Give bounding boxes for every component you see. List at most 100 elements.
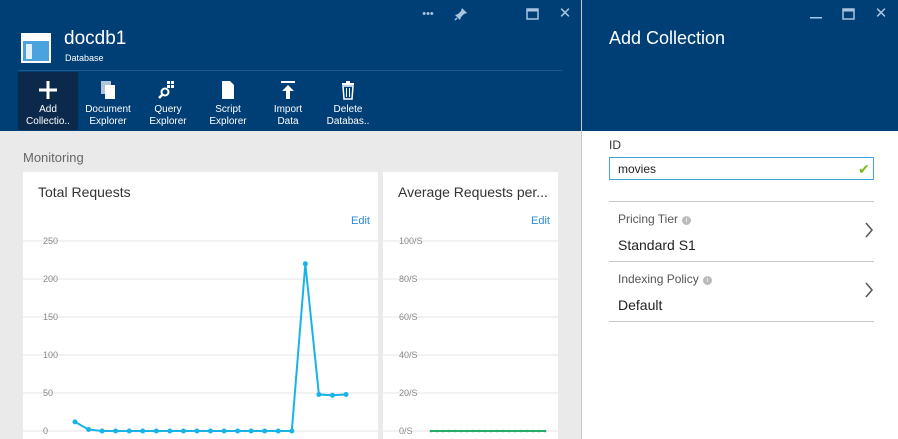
id-label: ID — [609, 138, 621, 152]
more-icon[interactable]: ••• — [417, 3, 439, 25]
pin-icon[interactable] — [450, 3, 472, 25]
blade-title: docdb1 — [64, 28, 127, 49]
data-point — [126, 428, 132, 434]
data-point — [302, 261, 308, 267]
divider — [609, 321, 874, 322]
data-point — [453, 429, 457, 433]
total-requests-chart: 250 200 150 100 50 0 — [23, 236, 378, 436]
database-icon — [21, 33, 51, 63]
data-point — [167, 428, 173, 434]
checkmark-icon: ✔ — [858, 161, 870, 177]
data-point — [489, 429, 493, 433]
script-explorer-button[interactable]: Script Explorer — [198, 72, 258, 130]
data-point — [543, 429, 547, 433]
y-tick-label: 100 — [43, 350, 58, 360]
series-line — [74, 263, 347, 432]
data-point — [221, 428, 227, 434]
document-explorer-button[interactable]: Document Explorer — [78, 72, 138, 130]
data-point — [275, 428, 281, 434]
data-point — [289, 428, 295, 434]
close-icon[interactable]: ✕ — [870, 3, 892, 25]
data-point — [519, 429, 523, 433]
add-collection-blade: ✕ Add Collection ID ✔ Pricing Tieri Stan… — [581, 0, 898, 439]
database-blade-header: ••• ✕ docdb1 Database Add Collectio.. Do… — [0, 0, 581, 131]
minimize-icon[interactable] — [805, 3, 827, 25]
indexing-policy-label: Indexing Policy — [618, 272, 699, 286]
query-icon — [138, 80, 198, 104]
data-point — [113, 428, 119, 434]
blade-subtitle: Database — [65, 53, 104, 63]
add-collection-button[interactable]: Add Collectio.. — [18, 72, 78, 130]
azure-portal: ••• ✕ docdb1 Database Add Collectio.. Do… — [0, 0, 898, 439]
info-icon[interactable]: i — [682, 216, 692, 225]
y-tick-label: 100/S — [399, 236, 423, 246]
data-point — [471, 429, 475, 433]
data-point — [153, 428, 159, 434]
indexing-policy-value: Default — [618, 297, 663, 313]
data-point — [208, 428, 213, 434]
data-point — [86, 426, 92, 432]
data-point — [262, 428, 268, 434]
header-divider — [18, 70, 562, 71]
average-requests-chart: 100/S 80/S 60/S 40/S 20/S 0/S — [383, 236, 558, 436]
data-point — [343, 392, 349, 398]
data-point — [316, 392, 322, 398]
close-icon[interactable]: ✕ — [554, 3, 576, 25]
query-explorer-button[interactable]: Query Explorer — [138, 72, 198, 130]
info-icon[interactable]: i — [702, 276, 712, 285]
data-point — [459, 429, 463, 433]
y-tick-label: 150 — [43, 312, 58, 322]
y-tick-label: 20/S — [399, 388, 418, 398]
data-point — [180, 428, 186, 434]
id-input[interactable] — [609, 157, 874, 180]
data-point — [483, 429, 487, 433]
y-tick-label: 60/S — [399, 312, 418, 322]
total-requests-tile[interactable]: Total Requests Edit 250 200 150 100 50 0 — [23, 172, 378, 439]
pricing-tier-selector[interactable]: Pricing Tier i Standard S1 — [609, 201, 874, 261]
chevron-right-icon — [864, 282, 874, 303]
data-point — [429, 429, 433, 433]
data-point — [501, 429, 505, 433]
trash-icon — [318, 80, 378, 104]
maximize-icon[interactable] — [521, 3, 543, 25]
data-point — [531, 429, 535, 433]
import-data-button[interactable]: Import Data — [258, 72, 318, 130]
data-point — [441, 429, 445, 433]
data-point — [477, 429, 481, 433]
data-point — [507, 429, 511, 433]
delete-database-button[interactable]: Delete Databas.. — [318, 72, 378, 130]
blade-title: Add Collection — [609, 28, 726, 48]
data-point — [248, 428, 254, 434]
indexing-policy-selector[interactable]: Indexing Policy i Default — [609, 261, 874, 321]
script-icon — [198, 80, 258, 104]
pricing-tier-value: Standard S1 — [618, 237, 696, 253]
database-blade: ••• ✕ docdb1 Database Add Collectio.. Do… — [0, 0, 581, 439]
data-point — [495, 429, 499, 433]
data-point — [435, 429, 439, 433]
documents-icon — [78, 80, 138, 104]
data-point — [525, 429, 529, 433]
maximize-icon[interactable] — [837, 3, 859, 25]
pricing-tier-label: Pricing Tier — [618, 212, 679, 226]
data-point — [140, 428, 146, 434]
data-point — [537, 429, 541, 433]
monitoring-section-title: Monitoring — [23, 150, 84, 165]
y-tick-label: 0 — [43, 426, 48, 436]
plus-icon — [18, 80, 78, 104]
data-point — [329, 392, 335, 398]
y-tick-label: 40/S — [399, 350, 418, 360]
y-tick-label: 250 — [43, 236, 58, 246]
data-point — [465, 429, 469, 433]
data-point — [72, 419, 78, 425]
y-tick-label: 80/S — [399, 274, 418, 284]
add-collection-header: ✕ Add Collection — [582, 0, 898, 131]
y-tick-label: 200 — [43, 274, 58, 284]
y-tick-label: 50 — [43, 388, 53, 398]
average-requests-tile[interactable]: Average Requests per... Edit 100/S 80/S 60… — [383, 172, 558, 439]
data-point — [99, 428, 105, 434]
data-point — [513, 429, 517, 433]
data-point — [194, 428, 200, 434]
data-point — [447, 429, 451, 433]
import-icon — [258, 80, 318, 104]
y-tick-label: 0/S — [399, 426, 413, 436]
